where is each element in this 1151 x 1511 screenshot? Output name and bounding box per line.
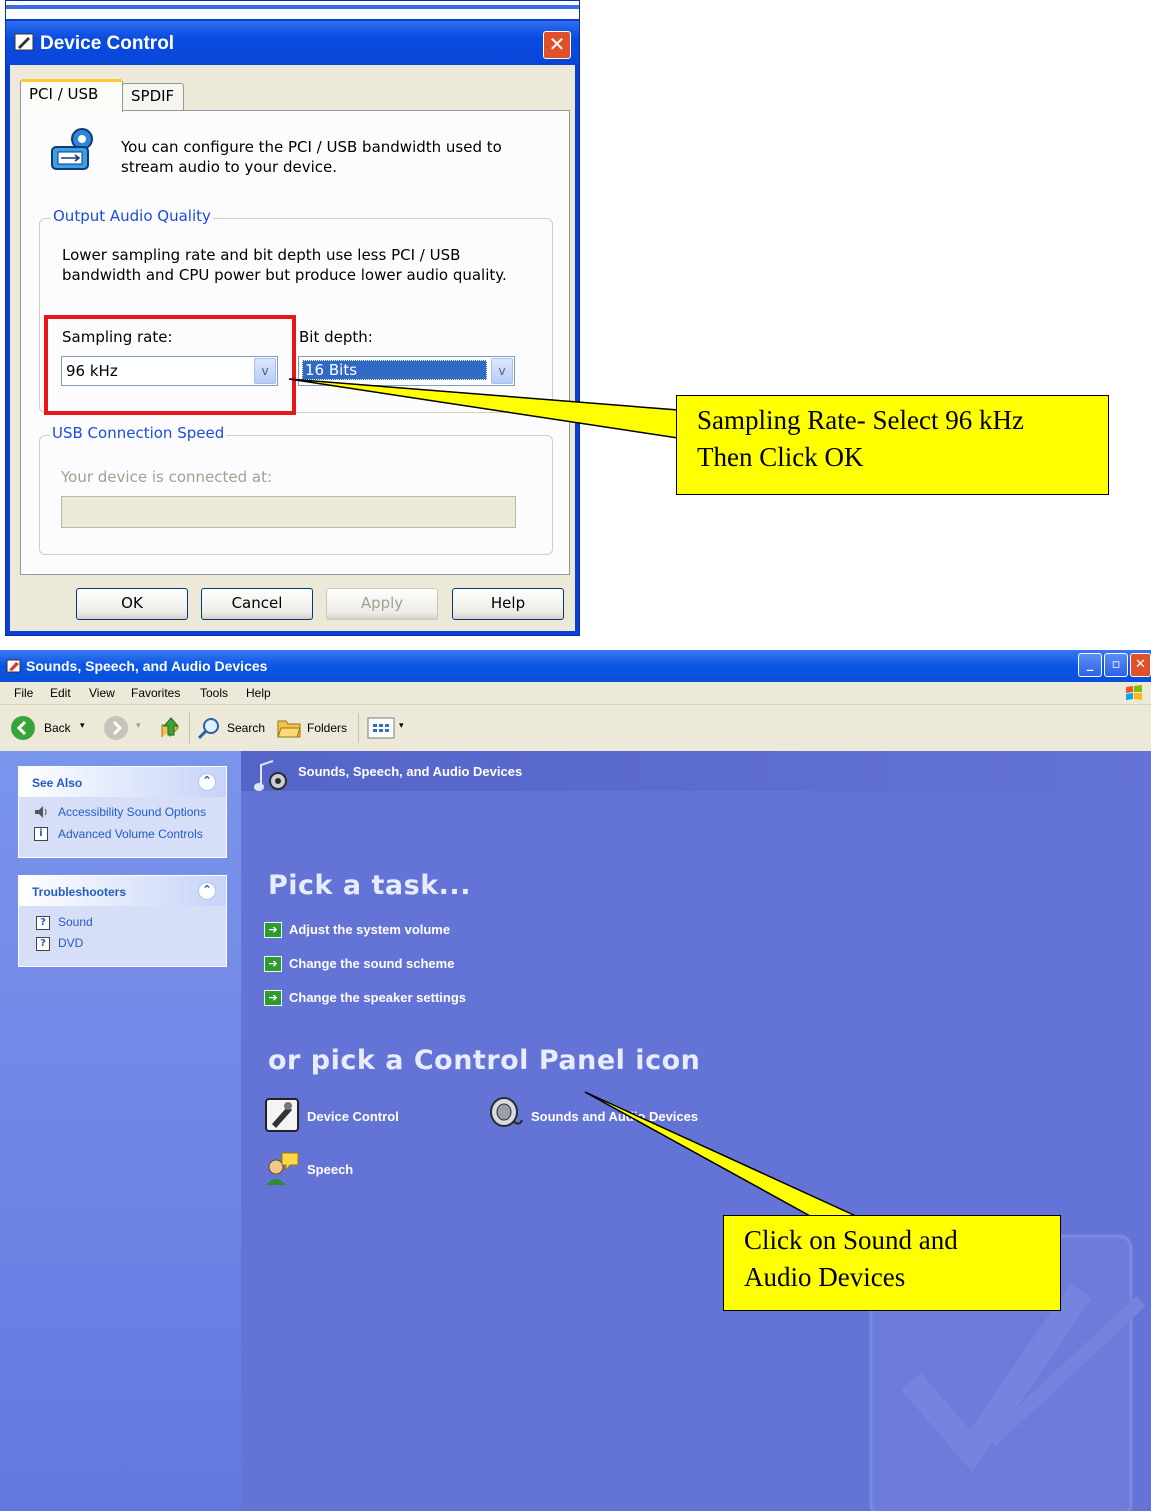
- sounds-callout-line-2: Audio Devices: [744, 1262, 906, 1292]
- tab-pci-usb[interactable]: PCI / USB: [20, 79, 123, 112]
- sampling-callout-line-2: Then Click OK: [697, 442, 864, 472]
- sampling-rate-callout: Sampling Rate- Select 96 kHz Then Click …: [676, 395, 1109, 495]
- sounds-callout-pointer: [584, 1091, 859, 1218]
- sampling-callout-line-1: Sampling Rate- Select 96 kHz: [697, 405, 1024, 435]
- sounds-audio-callout: Click on Sound and Audio Devices: [723, 1215, 1061, 1311]
- sampling-callout-pointer: [288, 378, 679, 439]
- sounds-callout-line-1: Click on Sound and: [744, 1225, 958, 1255]
